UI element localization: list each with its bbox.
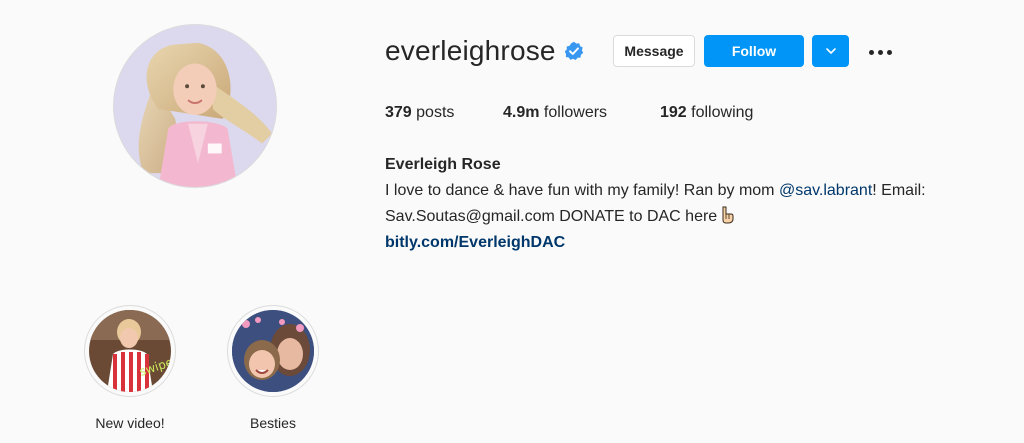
pointing-down-icon xyxy=(718,206,734,224)
following-label: following xyxy=(691,104,754,121)
avatar-photo xyxy=(114,25,276,187)
highlight-cover-besties xyxy=(232,310,314,392)
story-highlight[interactable]: Besties xyxy=(227,305,319,431)
suggested-accounts-button[interactable] xyxy=(812,35,849,67)
bio-text-2: Sav.Soutas@gmail.com DONATE to DAC here xyxy=(385,208,718,225)
following-stat[interactable]: 192 following xyxy=(660,104,753,122)
followers-stat[interactable]: 4.9m followers xyxy=(503,104,607,122)
story-highlight[interactable]: swipe New video! xyxy=(84,305,176,431)
message-button[interactable]: Message xyxy=(613,35,695,67)
username: everleighrose xyxy=(385,35,556,66)
chevron-down-icon xyxy=(825,48,836,54)
following-count: 192 xyxy=(660,104,687,121)
more-options-icon[interactable] xyxy=(866,40,894,64)
followers-label: followers xyxy=(543,104,608,121)
profile-avatar[interactable] xyxy=(113,24,277,188)
profile-page: everleighrose Message Follow 379 posts 4… xyxy=(0,0,1024,443)
highlight-label: New video! xyxy=(95,415,165,431)
bio-text-1: I love to dance & have fun with my famil… xyxy=(385,182,779,199)
highlight-ring[interactable] xyxy=(227,305,319,397)
bio-line-2: Sav.Soutas@gmail.com DONATE to DAC here xyxy=(385,204,1005,230)
highlight-ring[interactable]: swipe xyxy=(84,305,176,397)
highlight-cover-new-video: swipe xyxy=(89,310,171,392)
profile-bio: Everleigh Rose I love to dance & have fu… xyxy=(385,152,1005,256)
verified-badge-icon xyxy=(564,41,584,61)
full-name: Everleigh Rose xyxy=(385,156,501,173)
mention-link[interactable]: @sav.labrant xyxy=(779,182,872,199)
highlight-label: Besties xyxy=(250,415,296,431)
posts-label: posts xyxy=(416,104,455,121)
posts-count: 379 xyxy=(385,104,412,121)
bio-text-1-tail: ! Email: xyxy=(872,182,926,199)
follow-button[interactable]: Follow xyxy=(704,35,804,67)
followers-count: 4.9m xyxy=(503,104,540,121)
profile-header: everleighrose xyxy=(385,34,584,68)
bio-line-1: I love to dance & have fun with my famil… xyxy=(385,178,1005,204)
bio-website-link[interactable]: bitly.com/EverleighDAC xyxy=(385,230,1005,256)
posts-stat: 379 posts xyxy=(385,104,454,122)
